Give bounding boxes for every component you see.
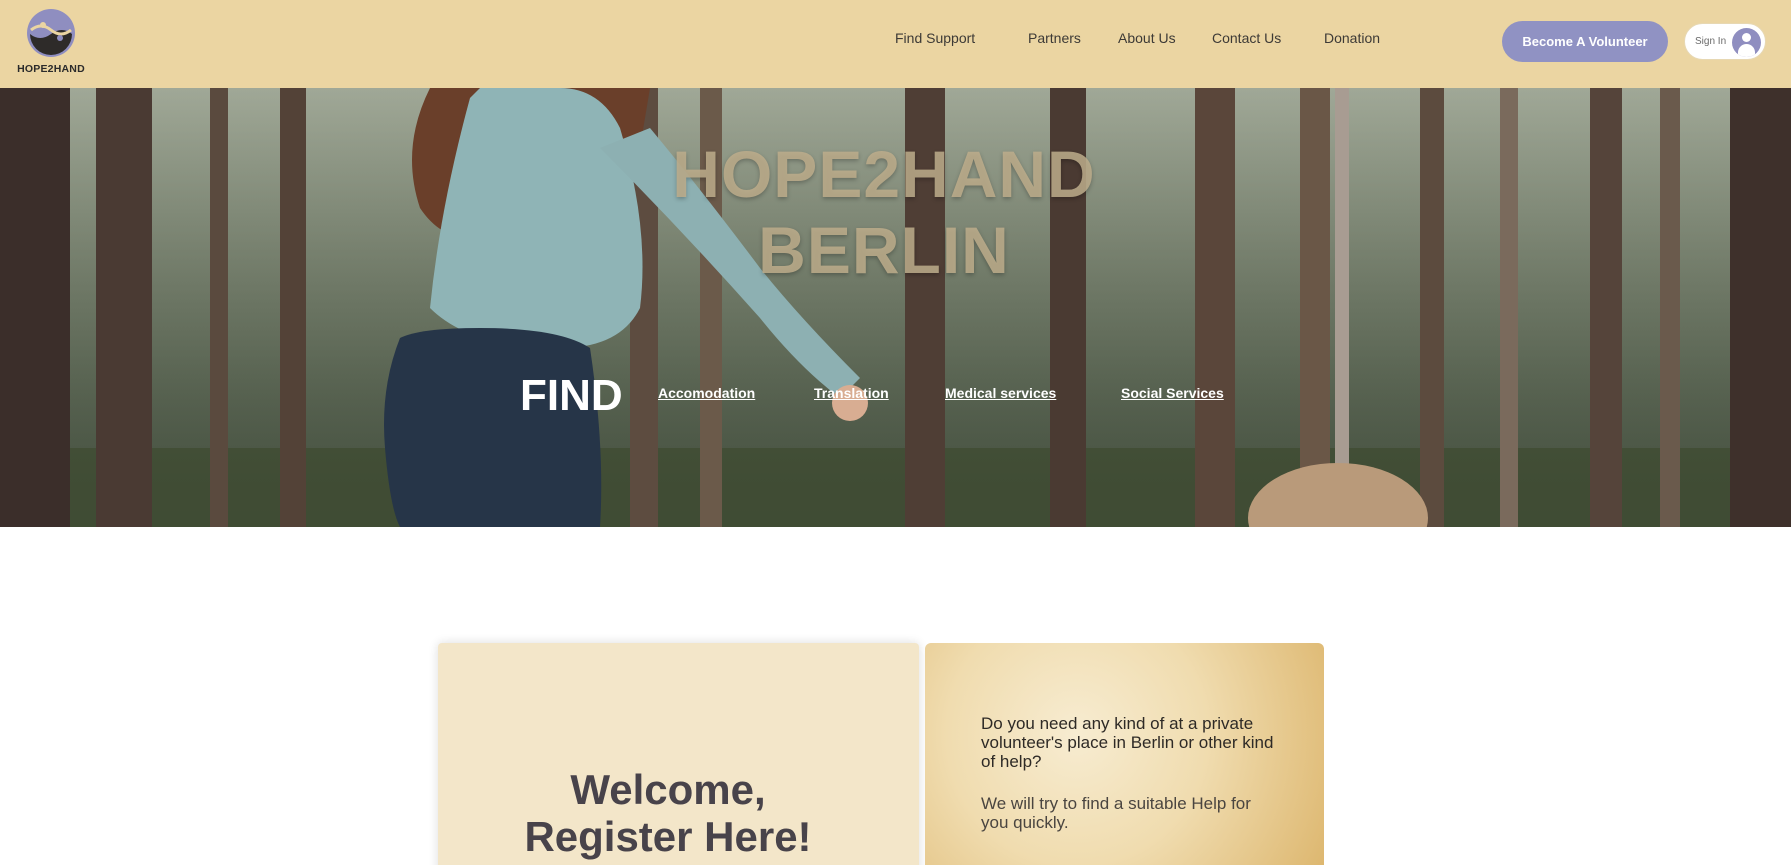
- find-label: FIND: [520, 371, 623, 420]
- hero-title: HOPE2HAND BERLIN: [0, 136, 1768, 288]
- register-card: Welcome, Register Here!: [438, 643, 919, 865]
- logo-icon: [27, 9, 75, 57]
- logo[interactable]: HOPE2HAND: [14, 8, 88, 78]
- help-answer: We will try to find a suitable Help for …: [981, 794, 1251, 832]
- find-medical-services-link[interactable]: Medical services: [945, 385, 1056, 401]
- become-volunteer-button[interactable]: Become A Volunteer: [1502, 21, 1668, 62]
- sign-in-button[interactable]: Sign In: [1684, 23, 1766, 60]
- nav-about-us[interactable]: About Us: [1118, 30, 1176, 46]
- welcome-heading: Welcome, Register Here!: [438, 766, 898, 860]
- welcome-line1: Welcome,: [570, 766, 766, 813]
- user-avatar-icon: [1732, 28, 1761, 57]
- site-header: HOPE2HAND Find Support Partners About Us…: [0, 0, 1791, 88]
- welcome-line2: Register Here!: [524, 813, 812, 860]
- hero-title-line1: HOPE2HAND: [672, 137, 1096, 211]
- find-accomodation-link[interactable]: Accomodation: [658, 385, 755, 401]
- nav-partners[interactable]: Partners: [1028, 30, 1081, 46]
- nav-find-support[interactable]: Find Support: [895, 30, 975, 46]
- sign-in-label: Sign In: [1695, 36, 1727, 47]
- help-question: Do you need any kind of at a private vol…: [981, 714, 1274, 771]
- nav-contact-us[interactable]: Contact Us: [1212, 30, 1281, 46]
- hero-title-line2: BERLIN: [758, 213, 1010, 287]
- nav-donation[interactable]: Donation: [1324, 30, 1380, 46]
- help-info-card: Do you need any kind of at a private vol…: [925, 643, 1324, 865]
- logo-text: HOPE2HAND: [17, 63, 85, 75]
- find-translation-link[interactable]: Translation: [814, 385, 889, 401]
- find-social-services-link[interactable]: Social Services: [1121, 385, 1224, 401]
- hero-banner: HOPE2HAND BERLIN FIND Accomodation Trans…: [0, 88, 1791, 527]
